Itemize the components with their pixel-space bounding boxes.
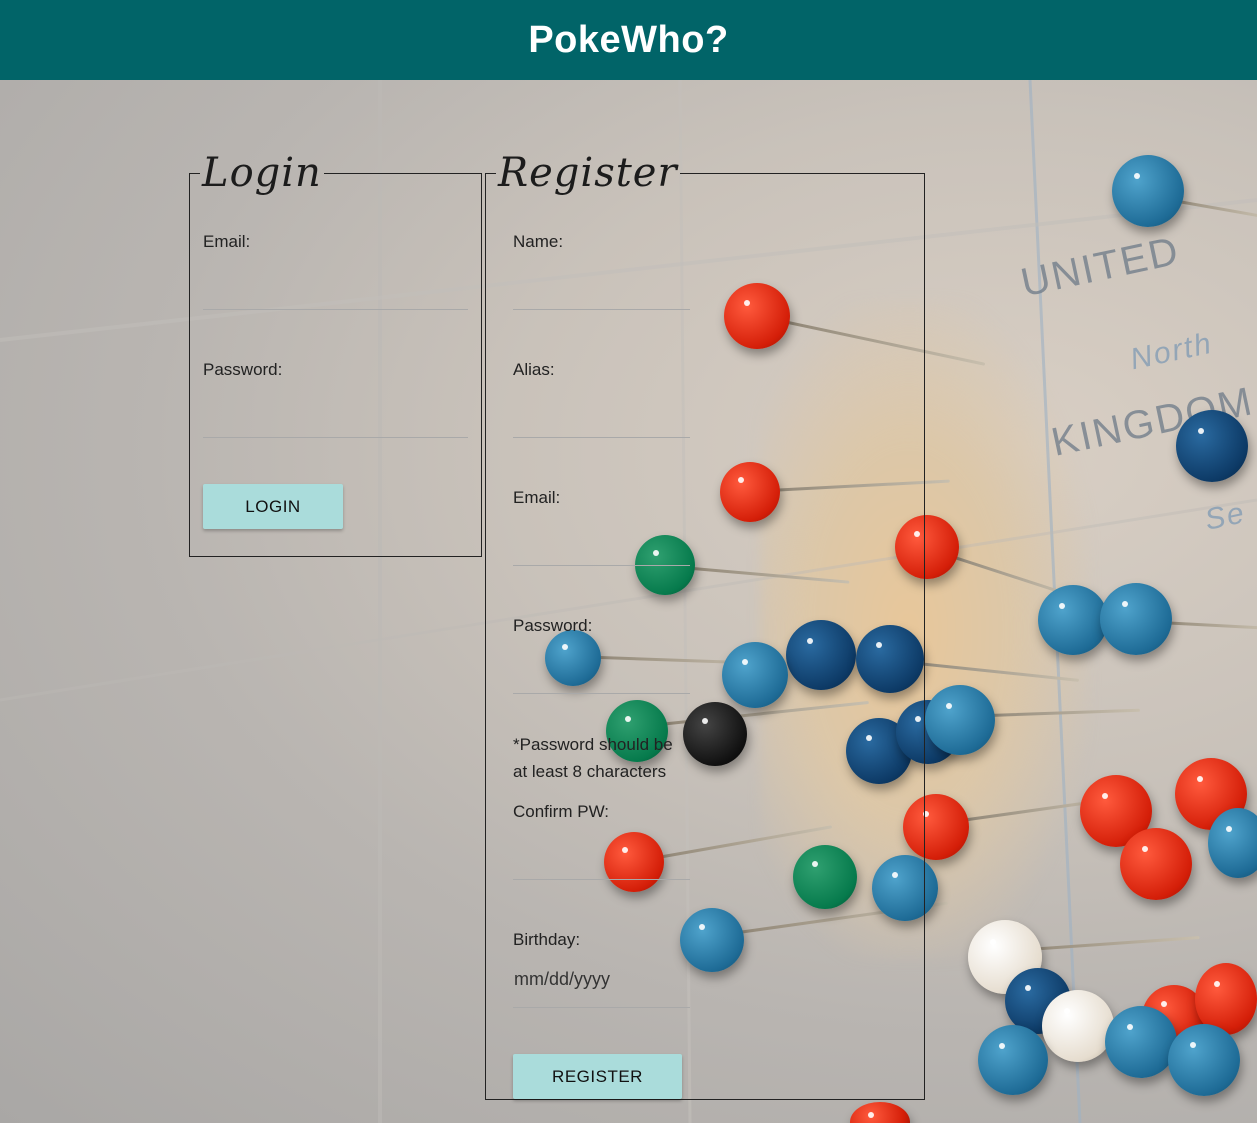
register-name-underline [513, 309, 690, 310]
register-alias-label: Alias: [513, 360, 555, 379]
login-password-field[interactable] [203, 390, 468, 436]
register-confirm-underline [513, 879, 690, 880]
pin-white [1042, 990, 1114, 1062]
login-legend: Login [202, 150, 322, 196]
register-password-underline [513, 693, 690, 694]
login-password-label: Password: [203, 360, 283, 379]
register-alias-underline [513, 437, 690, 438]
pin-red [1120, 828, 1192, 900]
login-email-label: Email: [203, 232, 251, 251]
password-hint: *Password should be at least 8 character… [513, 731, 673, 785]
register-legend: Register [498, 150, 678, 196]
pin-blue [1038, 585, 1108, 655]
pin-blue [925, 685, 995, 755]
pin-blue [1112, 155, 1184, 227]
password-hint-line2: at least 8 characters [513, 762, 667, 781]
register-email-label: Email: [513, 488, 561, 507]
register-birthday-label: Birthday: [513, 930, 581, 949]
app-title: PokeWho? [528, 18, 729, 61]
register-password-label: Password: [513, 616, 593, 635]
pin-blue [978, 1025, 1048, 1095]
app-header: PokeWho? [0, 0, 1257, 80]
login-email-field[interactable] [203, 262, 468, 308]
register-email-field[interactable] [513, 518, 690, 564]
pin-navy [1176, 410, 1248, 482]
register-birthday-underline [513, 1007, 690, 1008]
pin-blue [1105, 1006, 1177, 1078]
register-name-field[interactable] [513, 262, 690, 308]
pin-blue [1168, 1024, 1240, 1096]
login-email-underline [203, 309, 468, 310]
register-email-underline [513, 565, 690, 566]
register-alias-field[interactable] [513, 390, 690, 436]
pin-blue [1100, 583, 1172, 655]
birthday-date-input[interactable]: mm/dd/yyyy [514, 969, 690, 999]
login-button[interactable]: LOGIN [203, 484, 343, 529]
register-name-label: Name: [513, 232, 564, 251]
password-hint-line1: *Password should be [513, 735, 673, 754]
login-password-underline [203, 437, 468, 438]
register-password-field[interactable] [513, 646, 690, 692]
register-confirm-field[interactable] [513, 832, 690, 878]
register-button[interactable]: REGISTER [513, 1054, 682, 1099]
register-confirm-label: Confirm PW: [513, 802, 610, 821]
